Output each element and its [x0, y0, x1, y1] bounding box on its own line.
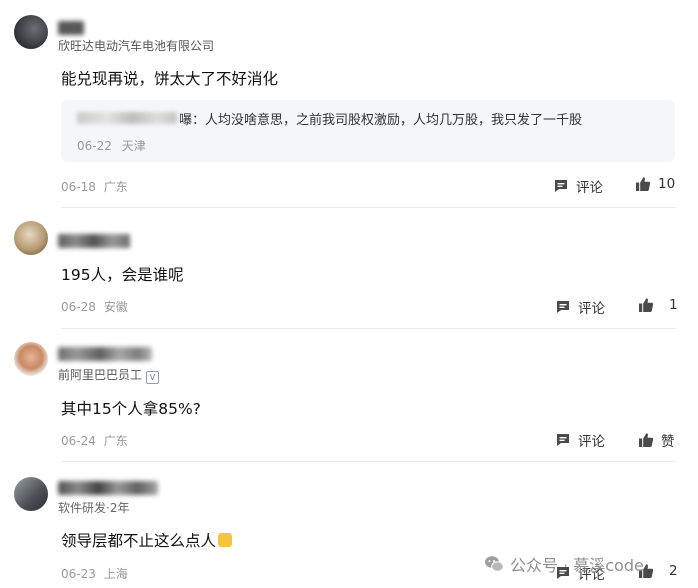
comment-text: 领导层都不止这么点人 [61, 529, 233, 551]
comment-text: 195人，会是谁呢 [61, 266, 184, 284]
reply-button[interactable]: 评论 [553, 176, 603, 196]
divider [61, 461, 676, 462]
reply-button[interactable]: 评论 [555, 430, 605, 450]
like-button[interactable]: 赞 [638, 430, 675, 450]
comment-location: 广东 [103, 434, 128, 448]
reply-date: 06-22 [77, 139, 112, 153]
comment-text: 其中15个人拿85%? [61, 400, 201, 418]
comment-meta: 06-24 广东 [61, 432, 128, 449]
like-count: 10 [658, 176, 676, 192]
comment-location: 安徽 [103, 300, 128, 314]
avatar[interactable] [14, 221, 48, 255]
user-org: 软件研发·2年 [58, 501, 130, 515]
comment-icon [555, 180, 567, 192]
verified-badge-icon: V [146, 371, 160, 384]
comment-location: 广东 [103, 180, 128, 194]
reply-preview[interactable]: 嚗：人均没啥意思，之前我司股权激励，人均几万股，我只发了一千股 06-22 天津 [61, 100, 675, 162]
reply-button[interactable]: 评论 [555, 297, 605, 317]
comment-date: 06-24 [61, 434, 96, 448]
like-button[interactable]: 10 [635, 176, 675, 192]
reply-button-label: 评论 [578, 301, 605, 317]
reply-button-label: 评论 [578, 434, 605, 450]
reply-meta: 06-22 天津 [77, 137, 146, 154]
like-label: 赞 [661, 434, 675, 450]
reply-button-label: 评论 [576, 180, 603, 196]
user-org: 前阿里巴巴员工 V [58, 366, 160, 384]
avatar[interactable] [14, 342, 48, 376]
comment-icon [557, 301, 569, 313]
like-button[interactable]: 1 [638, 297, 678, 313]
user-org-label: 前阿里巴巴员工 [58, 368, 143, 382]
comment-text-body: 领导层都不止这么点人 [61, 532, 217, 550]
thumbs-up-icon [636, 177, 651, 191]
comment-meta: 06-28 安徽 [61, 298, 128, 315]
avatar[interactable] [14, 477, 48, 511]
username-redacted[interactable] [58, 347, 152, 361]
comment-icon [557, 434, 569, 446]
avatar[interactable] [14, 15, 48, 49]
divider [61, 328, 676, 329]
username-redacted[interactable] [58, 21, 84, 35]
comment-date: 06-23 [61, 567, 96, 581]
comment-date: 06-18 [61, 180, 96, 194]
wechat-icon [485, 556, 504, 572]
emoji-icon [218, 533, 233, 547]
watermark: 公众号 · 慕溪code [484, 552, 644, 576]
comment-meta: 06-23 上海 [61, 565, 128, 582]
username-redacted[interactable] [58, 234, 130, 248]
comment-date: 06-28 [61, 300, 96, 314]
reply-username-redacted [77, 112, 177, 124]
username-redacted[interactable] [58, 481, 158, 495]
divider [61, 207, 676, 208]
thumbs-up-icon [639, 433, 654, 447]
like-count: 2 [669, 563, 678, 579]
comment-location: 上海 [103, 567, 128, 581]
comment-text: 能兑现再说，饼太大了不好消化 [61, 70, 279, 88]
thumbs-up-icon [639, 298, 654, 312]
like-button[interactable]: 2 [638, 563, 678, 579]
watermark-text: 公众号 · 慕溪code [510, 556, 644, 575]
like-count: 1 [669, 297, 678, 313]
comment-meta: 06-18 广东 [61, 178, 128, 195]
reply-text: 嚗：人均没啥意思，之前我司股权激励，人均几万股，我只发了一千股 [179, 113, 583, 128]
user-org: 欣旺达电动汽车电池有限公司 [58, 39, 215, 53]
reply-location: 天津 [121, 139, 146, 153]
